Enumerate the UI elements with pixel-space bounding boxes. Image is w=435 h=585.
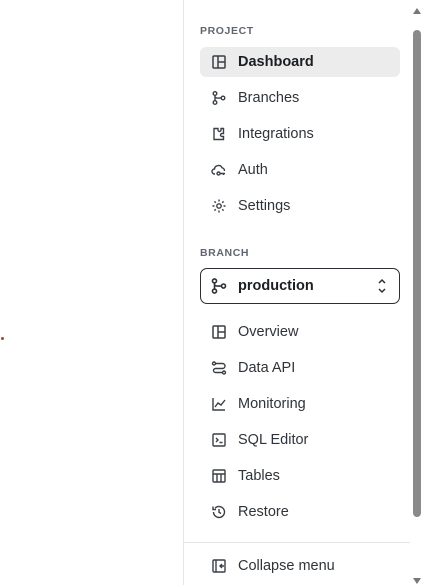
layout-icon (210, 323, 228, 341)
sidebar-item-integrations[interactable]: Integrations (200, 119, 400, 149)
branch-icon (210, 277, 228, 295)
sidebar-item-label: Auth (238, 162, 268, 178)
sidebar-item-label: Tables (238, 468, 280, 484)
sidebar-item-monitoring[interactable]: Monitoring (200, 389, 400, 419)
layout-icon (210, 53, 228, 71)
selected-branch-value: production (238, 278, 314, 294)
sidebar-item-sql-editor[interactable]: SQL Editor (200, 425, 400, 455)
sidebar-item-label: Restore (238, 504, 289, 520)
sidebar-item-tables[interactable]: Tables (200, 461, 400, 491)
history-icon (210, 503, 228, 521)
branch-section-title: BRANCH (200, 247, 250, 259)
sidebar-item-label: Monitoring (238, 396, 306, 412)
gear-icon (210, 197, 228, 215)
sidebar-divider (184, 542, 410, 543)
chevron-up-down-icon (376, 277, 388, 299)
scroll-down-arrow-icon[interactable] (413, 578, 421, 584)
auth-cloud-key-icon (210, 161, 228, 179)
route-icon (210, 359, 228, 377)
sidebar-item-overview[interactable]: Overview (200, 317, 400, 347)
sidebar-item-dashboard[interactable]: Dashboard (200, 47, 400, 77)
sidebar-item-restore[interactable]: Restore (200, 497, 400, 527)
sidebar: PROJECT Dashboard Branches Integrations … (183, 0, 435, 585)
collapse-menu-button[interactable]: Collapse menu (200, 551, 400, 581)
collapse-left-icon (210, 557, 228, 575)
table-icon (210, 467, 228, 485)
puzzle-icon (210, 125, 228, 143)
sidebar-item-label: Settings (238, 198, 291, 214)
sidebar-item-label: Overview (238, 324, 299, 340)
scrollbar[interactable] (411, 8, 423, 584)
red-dot-marker (1, 337, 4, 340)
sidebar-item-label: Data API (238, 360, 296, 376)
sidebar-item-label: SQL Editor (238, 432, 309, 448)
branch-icon (210, 89, 228, 107)
sidebar-item-data-api[interactable]: Data API (200, 353, 400, 383)
scroll-up-arrow-icon[interactable] (413, 8, 421, 14)
project-section-title: PROJECT (200, 25, 254, 37)
sidebar-item-branches[interactable]: Branches (200, 83, 400, 113)
collapse-menu-label: Collapse menu (238, 558, 335, 574)
terminal-icon (210, 431, 228, 449)
sidebar-item-label: Branches (238, 90, 300, 106)
branch-selector[interactable]: production (200, 268, 400, 304)
sidebar-item-auth[interactable]: Auth (200, 155, 400, 185)
sidebar-item-label: Integrations (238, 126, 314, 142)
sidebar-item-label: Dashboard (238, 54, 314, 70)
sidebar-item-settings[interactable]: Settings (200, 191, 400, 221)
scrollbar-thumb[interactable] (413, 30, 421, 517)
line-chart-icon (210, 395, 228, 413)
